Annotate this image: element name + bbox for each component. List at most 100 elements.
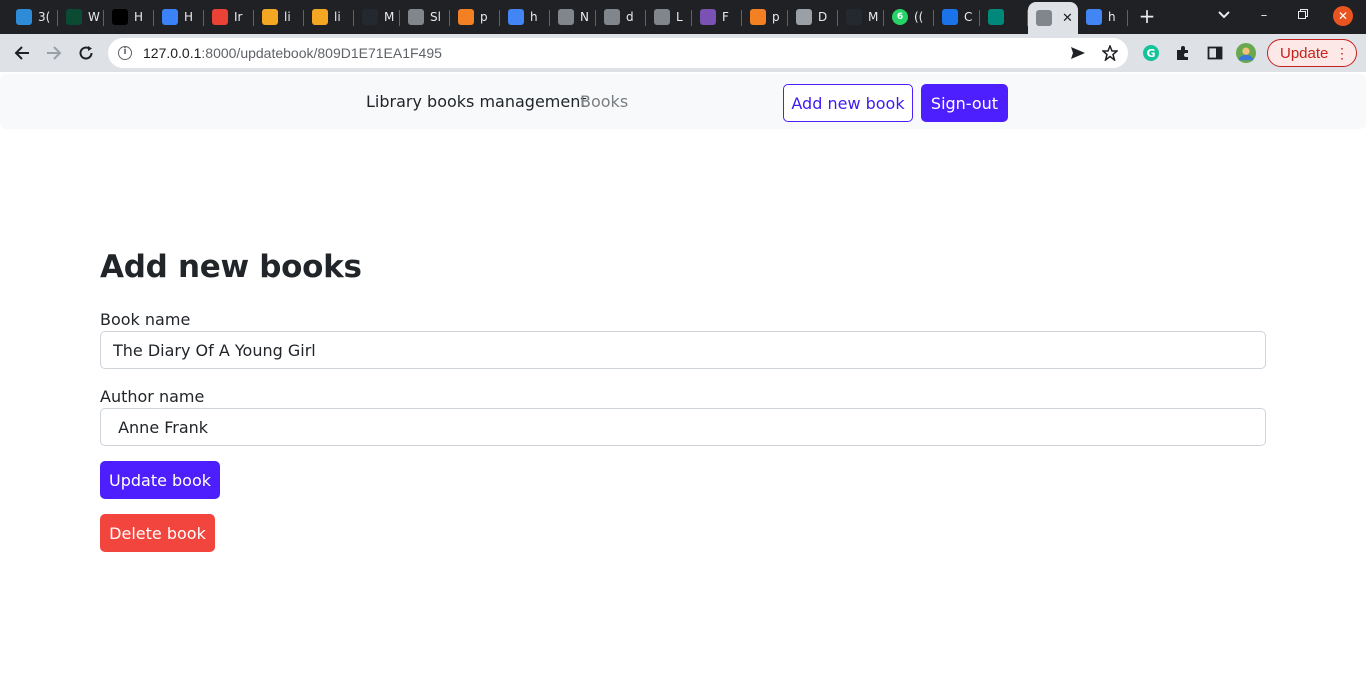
tab-title: d — [626, 10, 634, 24]
navbar-brand[interactable]: Library books management — [366, 92, 587, 111]
globe-icon — [558, 9, 574, 25]
github-icon — [846, 9, 862, 25]
tab-title: W — [88, 10, 100, 24]
browser-tab[interactable]: Sl — [400, 2, 450, 32]
browser-tab[interactable]: h — [1078, 2, 1128, 32]
tab-title: H — [184, 10, 194, 24]
whatsapp-icon: 6 — [892, 9, 908, 25]
tab-title: D — [818, 10, 828, 24]
tab-title: L — [676, 10, 683, 24]
tab-title: Ir — [234, 10, 243, 24]
mountain-icon — [16, 9, 32, 25]
browser-tab[interactable]: M — [354, 2, 400, 32]
globe-icon — [408, 9, 424, 25]
globe-icon — [604, 9, 620, 25]
tab-title: li — [284, 10, 291, 24]
sign-out-button[interactable]: Sign-out — [921, 84, 1008, 122]
tab-title: Sl — [430, 10, 441, 24]
github-icon — [362, 9, 378, 25]
browser-tab[interactable]: C — [934, 2, 980, 32]
tab-title: M — [868, 10, 879, 24]
meet-icon — [988, 9, 1004, 25]
browser-tab[interactable] — [980, 2, 1028, 32]
browser-tab[interactable]: li — [304, 2, 354, 32]
browser-toolbar: i 127.0.0.1:8000/updatebook/809D1E71EA1F… — [0, 34, 1366, 72]
browser-tab[interactable]: p — [450, 2, 500, 32]
browser-tab[interactable]: h — [500, 2, 550, 32]
browser-tab[interactable]: M — [838, 2, 884, 32]
browser-tab-strip: 3(W H H Ir li li M Sl p h Nd L Fp D M 6((C ✕ h + – ✕ — [0, 0, 1366, 34]
tab-search-icon[interactable] — [1212, 5, 1236, 27]
site-navbar: Library books management Books Add new b… — [0, 74, 1366, 129]
dev-icon — [112, 9, 128, 25]
address-bar-url[interactable]: 127.0.0.1:8000/updatebook/809D1E71EA1F49… — [143, 45, 442, 61]
browser-tab[interactable]: ✕ — [1028, 2, 1078, 34]
tab-title: li — [334, 10, 341, 24]
tab-title: (( — [914, 10, 924, 24]
profile-avatar-icon[interactable] — [1236, 43, 1256, 63]
browser-tab[interactable]: li — [254, 2, 304, 32]
add-new-book-button[interactable]: Add new book — [783, 84, 913, 122]
stackoverflow-icon — [750, 9, 766, 25]
more-vert-icon[interactable]: ⋮ — [1335, 43, 1349, 63]
svg-text:G: G — [1146, 47, 1155, 60]
tab-close-icon[interactable]: ✕ — [1062, 11, 1073, 26]
browser-tab[interactable]: d — [596, 2, 646, 32]
browser-tab[interactable]: F — [692, 2, 742, 32]
page-title: Add new books — [100, 249, 362, 285]
browser-tab[interactable]: N — [550, 2, 596, 32]
forward-arrow-icon[interactable] — [42, 41, 66, 65]
site-info-icon[interactable]: i — [118, 46, 132, 60]
side-panel-icon[interactable] — [1205, 43, 1225, 63]
tab-title: h — [530, 10, 538, 24]
tab-title: p — [772, 10, 780, 24]
grammarly-icon[interactable]: G — [1141, 43, 1161, 63]
restore-icon[interactable] — [1291, 5, 1315, 27]
browser-tab[interactable]: H — [104, 2, 154, 32]
reload-icon[interactable] — [74, 41, 98, 65]
browser-tab[interactable]: 6 (( — [884, 2, 934, 32]
tab-title: p — [480, 10, 488, 24]
globe-icon — [1036, 10, 1052, 26]
update-book-button[interactable]: Update book — [100, 461, 220, 499]
send-icon[interactable] — [1068, 43, 1088, 63]
page-content: Library books management Books Add new b… — [0, 72, 1366, 689]
tab-separator — [1127, 10, 1128, 26]
browser-tab[interactable]: D — [788, 2, 838, 32]
tab-title: 3( — [38, 10, 51, 24]
author-name-input[interactable] — [100, 408, 1266, 446]
browser-tab[interactable]: Ir — [204, 2, 254, 32]
browser-tab[interactable]: W — [58, 2, 104, 32]
extensions-puzzle-icon[interactable] — [1173, 43, 1193, 63]
gmail-icon — [212, 9, 228, 25]
nav-link-books[interactable]: Books — [580, 92, 628, 111]
tab-title: F — [722, 10, 729, 24]
bootstrap-icon — [700, 9, 716, 25]
new-tab-button[interactable]: + — [1136, 5, 1158, 27]
bookmark-star-icon[interactable] — [1100, 43, 1120, 63]
tab-title: N — [580, 10, 589, 24]
tab-title: C — [964, 10, 973, 24]
django-icon — [66, 9, 82, 25]
delete-book-button[interactable]: Delete book — [100, 514, 215, 552]
book-name-label: Book name — [100, 310, 191, 329]
code-icon — [942, 9, 958, 25]
refresh-logo-icon — [162, 9, 178, 25]
browser-tab[interactable]: 3( — [8, 2, 58, 32]
globe-icon — [654, 9, 670, 25]
author-name-label: Author name — [100, 387, 205, 406]
address-bar[interactable]: i 127.0.0.1:8000/updatebook/809D1E71EA1F… — [108, 38, 1128, 68]
infinity-icon — [312, 9, 328, 25]
browser-update-button[interactable]: Update ⋮ — [1267, 39, 1357, 67]
browser-tab[interactable]: p — [742, 2, 788, 32]
window-close-icon[interactable]: ✕ — [1333, 6, 1353, 26]
minimize-icon[interactable]: – — [1252, 5, 1276, 27]
book-name-input[interactable] — [100, 331, 1266, 369]
browser-tab[interactable]: H — [154, 2, 204, 32]
browser-tab[interactable]: L — [646, 2, 692, 32]
stackoverflow-icon — [458, 9, 474, 25]
google-icon — [1086, 9, 1102, 25]
back-arrow-icon[interactable] — [10, 41, 34, 65]
google-icon — [508, 9, 524, 25]
tab-title: H — [134, 10, 144, 24]
